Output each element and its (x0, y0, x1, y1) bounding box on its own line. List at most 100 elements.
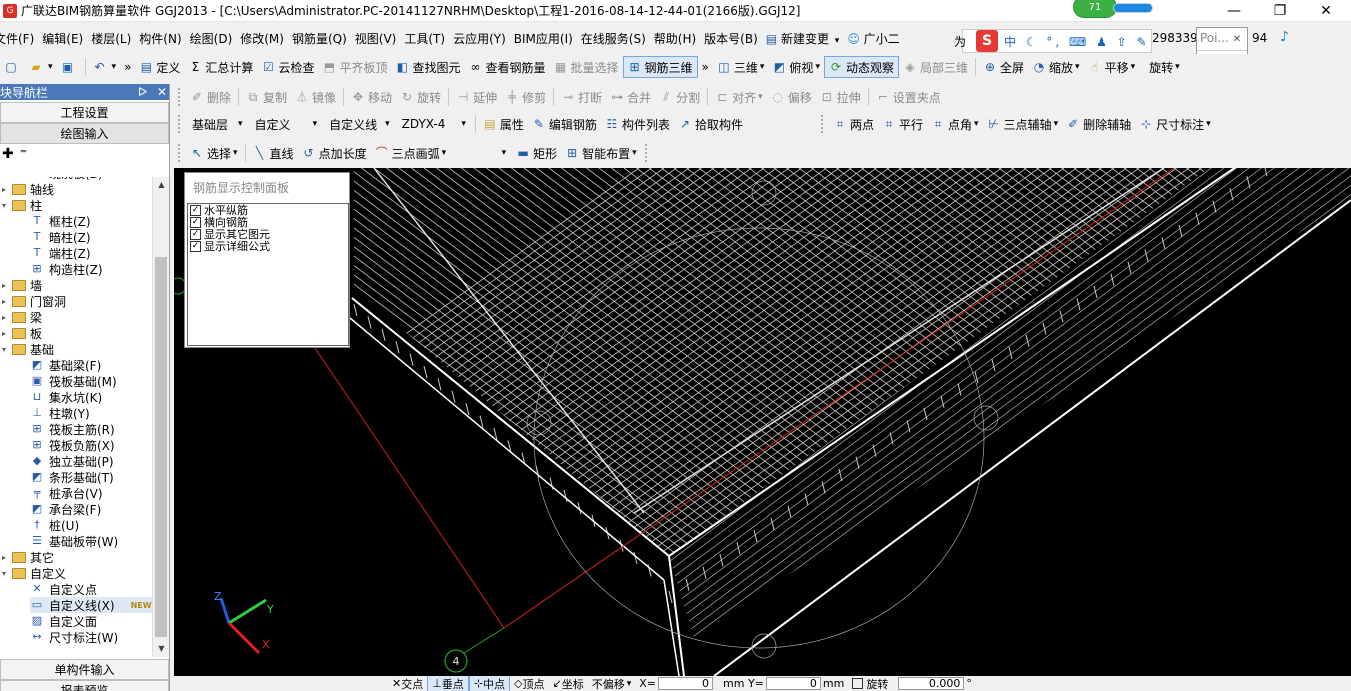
snap-intersect[interactable]: ✕ 交点 (388, 676, 427, 691)
collapse-icon[interactable]: ▾ (2, 201, 10, 210)
snap-vertex[interactable]: ◇ 顶点 (510, 676, 548, 691)
tree-item[interactable]: ◆ 独立基础(P) (30, 453, 114, 469)
tree-scrollbar[interactable]: ▲ ▼ (152, 177, 169, 657)
define-button[interactable]: ▤ 定义 (135, 56, 184, 78)
expand-icon[interactable]: ▸ (2, 185, 10, 194)
scroll-up-icon[interactable]: ▲ (153, 177, 170, 193)
zoom-button[interactable]: ◔ 缩放 ▾ (1028, 56, 1084, 78)
tree-item[interactable]: ▸ 板 (2, 325, 42, 341)
delete-axis-button[interactable]: ✐ 删除辅轴 (1062, 113, 1135, 135)
view-rebar-button[interactable]: ∞ 查看钢筋量 (464, 56, 549, 78)
close-icon[interactable]: ✕ (157, 85, 167, 99)
new-button[interactable]: ▢ (0, 56, 25, 78)
tree-item[interactable]: ⊔ 集水坑(K) (30, 389, 103, 405)
tree-item[interactable]: † 桩(U) (30, 517, 79, 533)
perf-badge[interactable]: 71 (1073, 0, 1117, 18)
tree-item[interactable]: ✕ 自定义点 (30, 581, 97, 597)
expand-icon[interactable]: ▸ (2, 297, 10, 306)
tree-item[interactable]: ⊞ 构造柱(Z) (30, 261, 102, 277)
collapse-icon[interactable]: ▾ (2, 345, 10, 354)
x-input[interactable]: 0 (658, 677, 714, 690)
menu-new-change[interactable]: ▤ 新建变更 ▾ (762, 30, 844, 47)
menu-bim[interactable]: BIM应用(I) (510, 30, 577, 47)
arc-button[interactable]: ⌒ 三点画弧 ▾ (371, 142, 451, 164)
find-button[interactable]: ◧ 查找图元 (391, 56, 464, 78)
two-points-button[interactable]: ⌗ 两点 (829, 113, 878, 135)
scroll-down-icon[interactable]: ▼ (153, 641, 170, 657)
minimize-button[interactable]: — (1211, 0, 1257, 22)
stretch-button[interactable]: ⊡ 拉伸 (816, 86, 865, 108)
save-button[interactable]: ▣ (57, 56, 82, 78)
offset-select[interactable]: 不偏移 ▾ (588, 676, 636, 691)
tree-item[interactable]: ⊥ 柱墩(Y) (30, 405, 90, 421)
draw-input-button[interactable]: 绘图输入 (0, 123, 169, 144)
tree-item[interactable]: ▣ 筏板基础(M) (30, 373, 117, 389)
sogou-s-icon[interactable]: S (976, 30, 999, 52)
opt-show-other[interactable]: ✓ 显示其它图元 (188, 228, 348, 240)
set-grip-button[interactable]: ⌐ 设置夹点 (872, 86, 945, 108)
split-button[interactable]: ⫽ 分割 (655, 86, 704, 108)
tree-item[interactable]: ▸ 轴线 (2, 181, 54, 197)
popup-field[interactable]: Poi... ✕ (1197, 28, 1247, 50)
tree-item[interactable]: T 框柱(Z) (30, 213, 91, 229)
rebar-3d-button[interactable]: ⊞ 钢筋三维 (622, 56, 698, 78)
tree-item[interactable]: ⊞ 筏板负筋(X) (30, 437, 114, 453)
snap-coord[interactable]: ↙ 坐标 (549, 676, 588, 691)
dimension-button[interactable]: ⊹ 尺寸标注 ▾ (1135, 113, 1215, 135)
snap-perp[interactable]: ⊥ 垂点 (427, 676, 469, 691)
maximize-button[interactable]: ❐ (1257, 0, 1303, 22)
menu-help[interactable]: 帮助(H) (650, 30, 700, 47)
tree-item[interactable]: ◩ 基础梁(F) (30, 357, 101, 373)
pin-icon[interactable]: ᐅ (138, 85, 147, 99)
category-select[interactable]: 自定义 ▾ (251, 114, 322, 134)
cloud-check-button[interactable]: ☑ 云检查 (257, 56, 318, 78)
menu-edit[interactable]: 编辑(E) (38, 30, 87, 47)
angle-input[interactable]: 0.000 (898, 677, 965, 690)
bell-icon[interactable]: ♪ (1280, 29, 1289, 45)
menu-modify[interactable]: 修改(M) (236, 30, 288, 47)
extend-button[interactable]: ⊣ 延伸 (452, 86, 501, 108)
point-length-button[interactable]: ↺ 点加长度 (298, 142, 371, 164)
menu-file[interactable]: 文件(F) (0, 30, 38, 47)
tree-item[interactable]: ◩ 条形基础(T) (30, 469, 114, 485)
tree-item[interactable]: T 暗柱(Z) (30, 229, 91, 245)
point-angle-button[interactable]: ⌗ 点角 ▾ (927, 113, 983, 135)
menu-version[interactable]: 版本号(B) (700, 30, 762, 47)
y-input[interactable]: 0 (765, 677, 821, 690)
offset-button[interactable]: ◌ 偏移 (767, 86, 816, 108)
three-d-button[interactable]: ◫ 三维 ▾ (713, 56, 769, 78)
trim-button[interactable]: ╪ 修剪 (501, 86, 550, 108)
checkbox-icon[interactable] (852, 678, 864, 689)
line-button[interactable]: ╲ 直线 (249, 142, 298, 164)
rebar-3d-scene[interactable]: 4 Z Y X (174, 168, 1351, 676)
mirror-button[interactable]: ⏃ 镜像 (291, 86, 340, 108)
rotate-button[interactable]: 旋转 ▾ (1139, 56, 1184, 78)
expand-icon[interactable]: ▸ (2, 329, 10, 338)
pick-button[interactable]: ↗ 拾取构件 (674, 113, 747, 135)
single-input-button[interactable]: 单构件输入 (0, 659, 169, 680)
menu-component[interactable]: 构件(N) (135, 30, 185, 47)
tree-item[interactable]: ◩ 承台梁(F) (30, 501, 101, 517)
collapse-all-icon[interactable]: ⁼ (20, 146, 27, 162)
smart-layout-button[interactable]: ⊞ 智能布置 ▾ (561, 142, 641, 164)
tree-item[interactable]: ↔ 尺寸标注(W) (30, 629, 118, 645)
edit-rebar-button[interactable]: ✎ 编辑钢筋 (528, 113, 601, 135)
three-point-axis-button[interactable]: ⊬ 三点辅轴 ▾ (983, 113, 1063, 135)
shape-select[interactable]: ▾ (452, 143, 510, 163)
tree-item[interactable]: ╤ 桩承台(V) (30, 485, 103, 501)
expand-all-icon[interactable]: ✚ (2, 146, 14, 162)
opt-show-formula[interactable]: ✓ 显示详细公式 (188, 240, 348, 252)
tree-item[interactable]: ☰ 基础板带(W) (30, 533, 118, 549)
tree-item[interactable]: ▸ 门窗洞 (2, 293, 66, 309)
checkbox-icon[interactable]: ✓ (190, 204, 201, 216)
tree-item[interactable]: ▾ 柱 (2, 197, 42, 213)
type-select[interactable]: 自定义线 ▾ (325, 114, 394, 134)
parallel-button[interactable]: ⌗ 平行 (878, 113, 927, 135)
tree-item[interactable]: T 端柱(Z) (30, 245, 91, 261)
opt-horizontal-rebar[interactable]: ✓ 水平纵筋 (188, 204, 348, 216)
select-button[interactable]: ↖ 选择 ▾ (186, 142, 242, 164)
component-list-button[interactable]: ☷ 构件列表 (601, 113, 674, 135)
move-button[interactable]: ✥ 移动 (347, 86, 396, 108)
rotate-check[interactable]: 旋转 (848, 676, 892, 691)
tree-item[interactable]: ▾ 自定义 (2, 565, 66, 581)
